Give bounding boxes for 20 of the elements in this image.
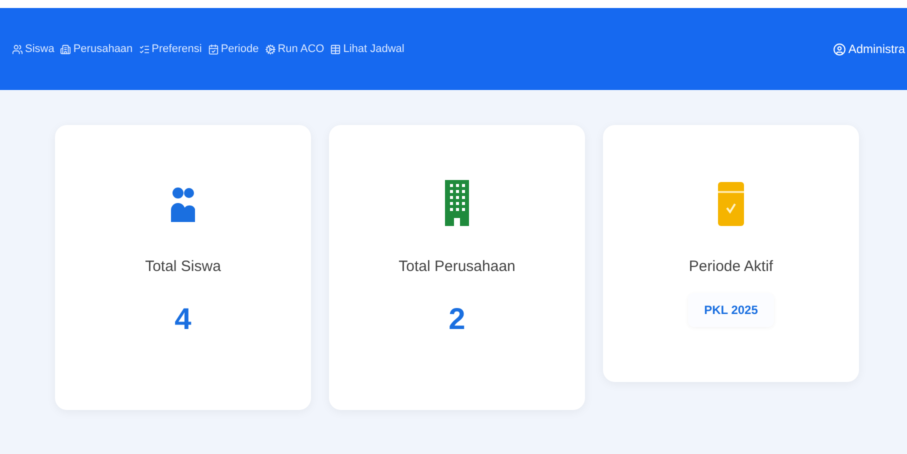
users-icon — [12, 44, 23, 54]
nav-link[interactable]: Siswa — [12, 40, 54, 58]
period-badge: PKL 2025 — [688, 292, 774, 326]
stat-label: Periode Aktif — [688, 257, 774, 277]
calendar-icon — [208, 44, 219, 54]
nav-link[interactable]: Perusahaan — [60, 40, 133, 58]
nav-link[interactable]: Periode — [208, 40, 259, 58]
stat-label: Total Perusahaan — [398, 257, 516, 277]
list-icon — [138, 44, 150, 54]
building-icon — [60, 44, 72, 54]
stat-value: 2 — [448, 302, 466, 338]
nav-link[interactable]: Run ACO — [264, 40, 324, 58]
stat-value: 4 — [174, 302, 192, 338]
table-icon — [330, 44, 342, 54]
user-icon — [833, 42, 846, 56]
stat-label: Total Siswa — [145, 257, 221, 277]
gear-icon — [264, 44, 276, 54]
nav-link[interactable]: Lihat Jadwal — [330, 40, 404, 58]
user-menu[interactable]: Administra — [833, 40, 905, 58]
nav-link[interactable]: Preferensi — [138, 40, 202, 58]
